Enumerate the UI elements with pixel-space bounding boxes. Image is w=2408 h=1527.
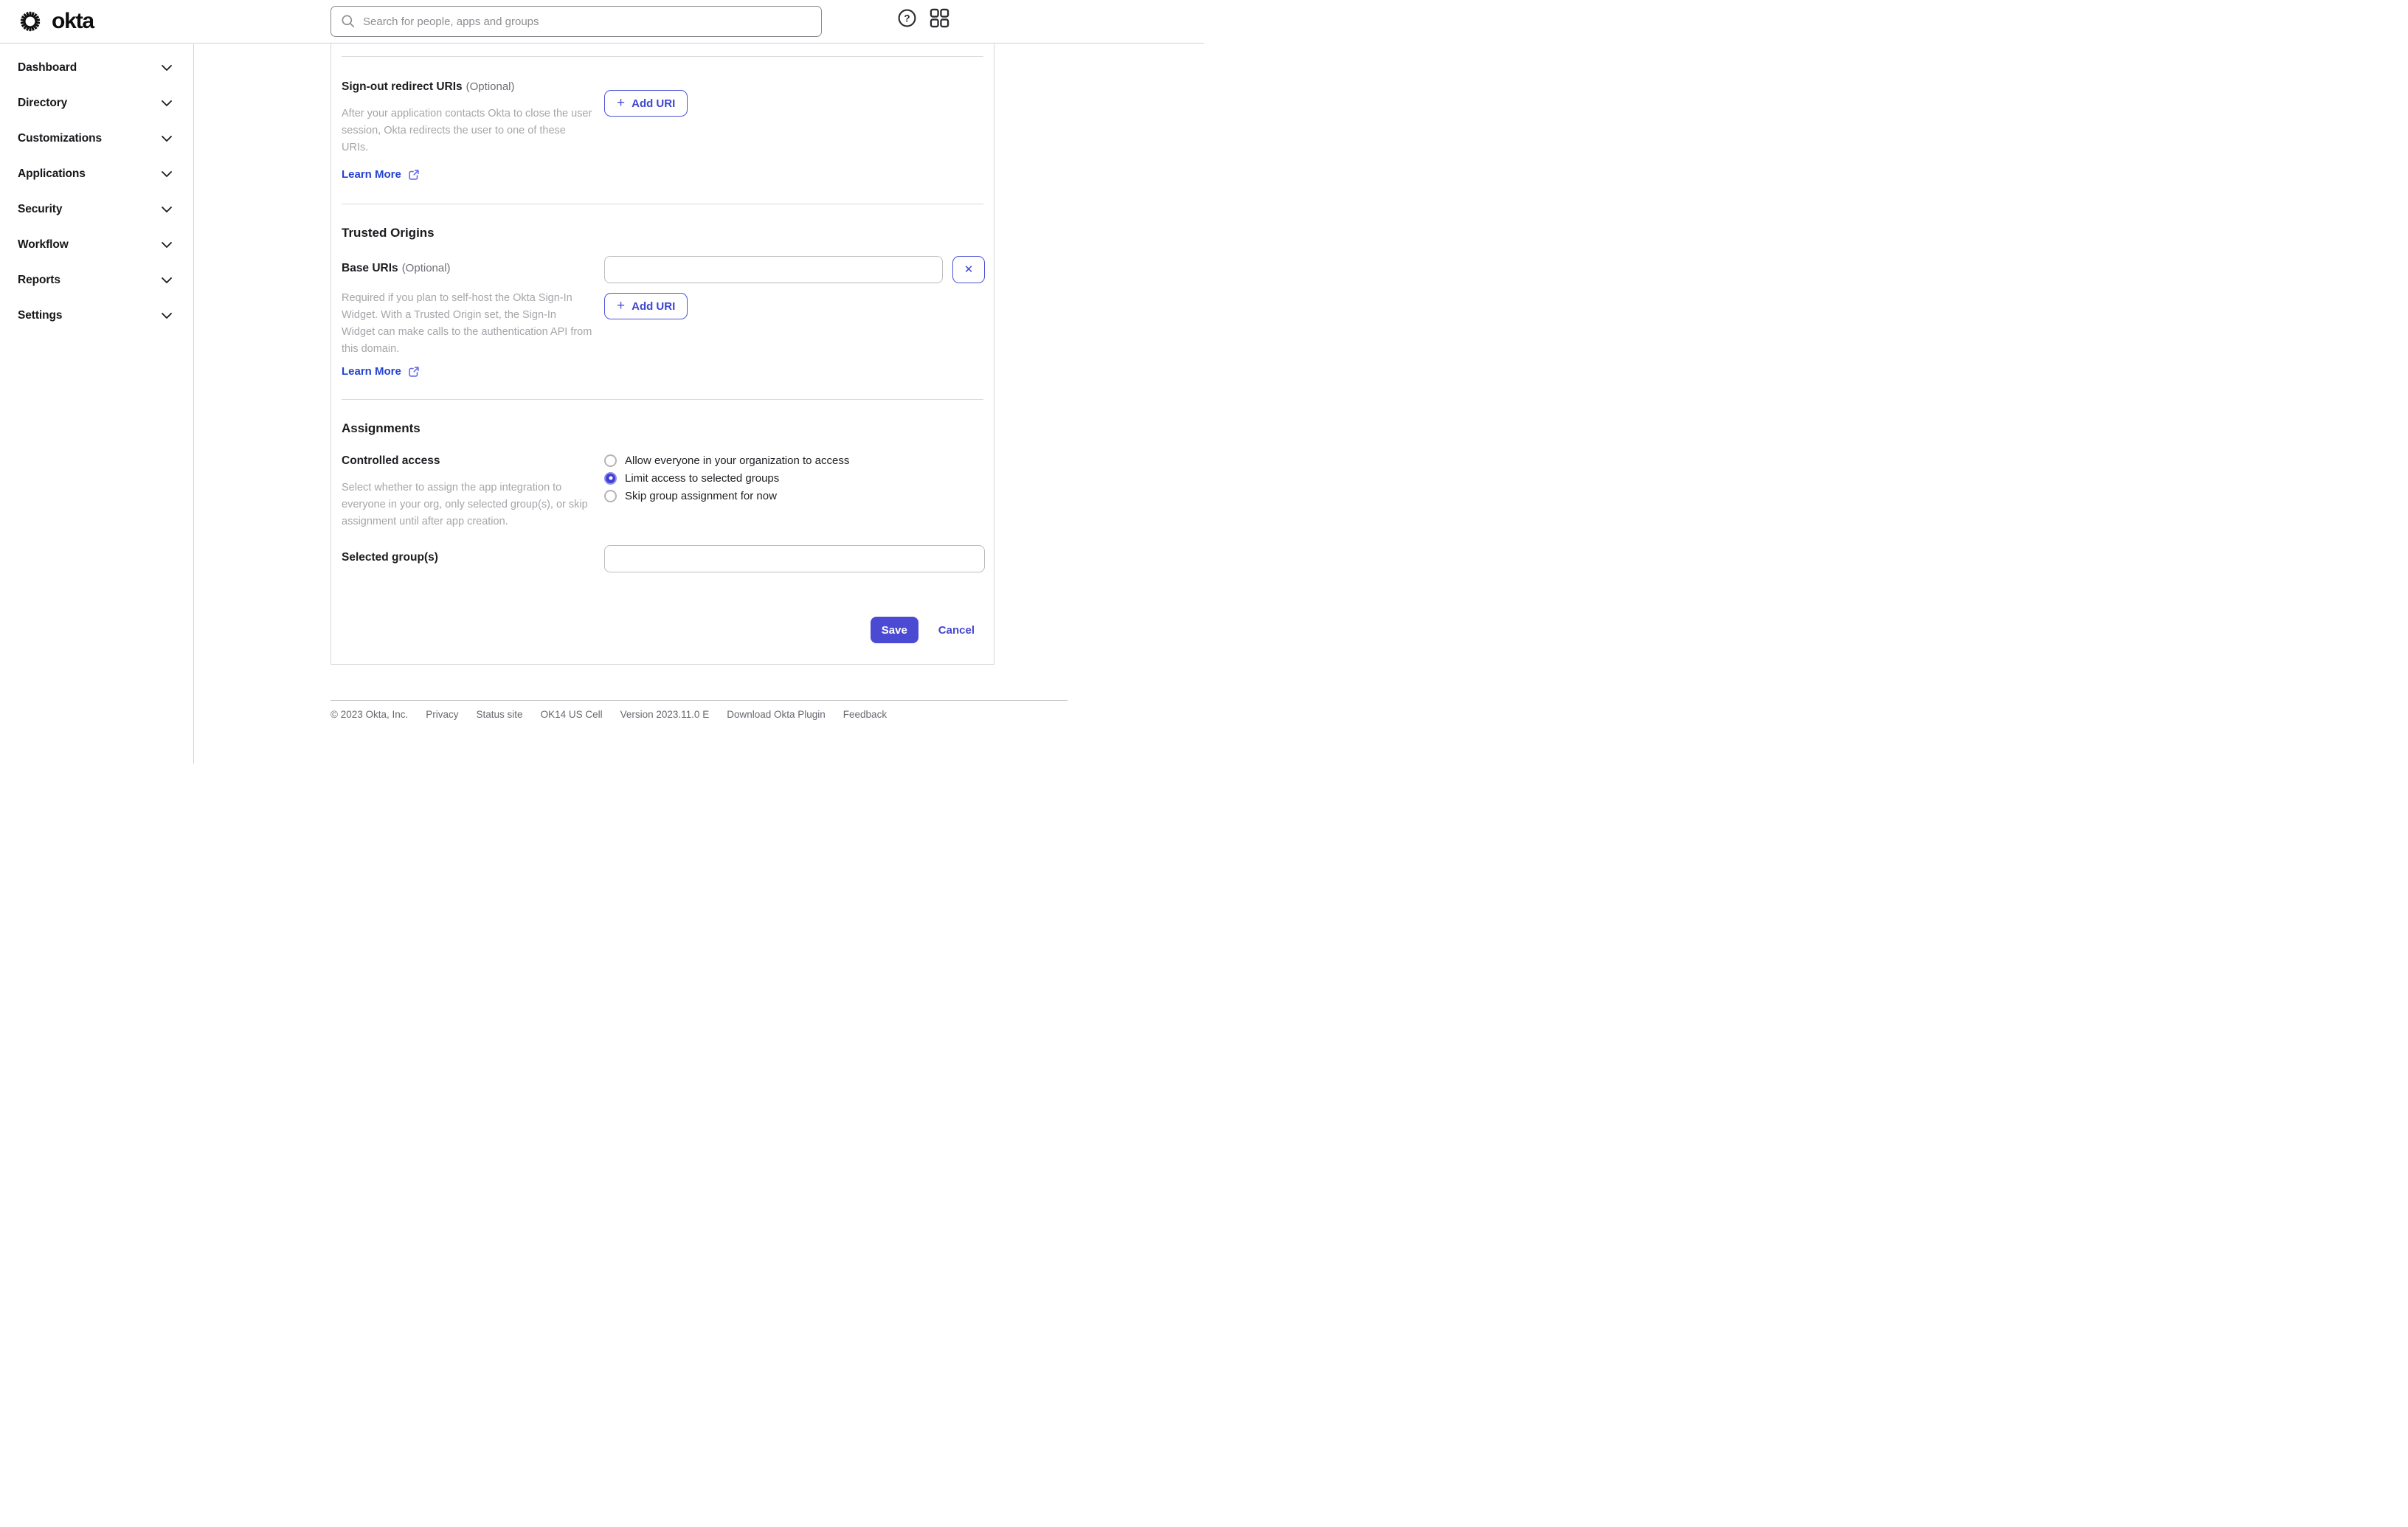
chevron-down-icon [162, 100, 172, 106]
page-footer: © 2023 Okta, Inc. Privacy Status site OK… [331, 700, 1068, 720]
external-link-icon [409, 169, 419, 180]
signout-learn-more-link[interactable]: Learn More [342, 168, 420, 181]
cell-label: OK14 US Cell [540, 709, 603, 720]
privacy-link[interactable]: Privacy [426, 709, 458, 720]
trusted-add-uri-button[interactable]: + Add URI [604, 293, 688, 319]
app-settings-card: Sign-out redirect URIs (Optional) After y… [331, 44, 994, 665]
close-icon: ✕ [963, 263, 974, 276]
help-button[interactable]: ? [896, 7, 918, 29]
sidebar-item-workflow[interactable]: Workflow [0, 227, 193, 263]
controlled-access-radio-group: Allow everyone in your organization to a… [604, 451, 983, 530]
trusted-origins-section: Trusted Origins Base URIs (Optional) Requ… [342, 204, 985, 399]
sidebar-item-label: Dashboard [18, 61, 77, 74]
signout-uris-label: Sign-out redirect URIs (Optional) [342, 80, 515, 93]
left-nav: Dashboard Directory Customizations Appli… [0, 44, 194, 764]
radio-icon [604, 489, 617, 502]
copyright-text: © 2023 Okta, Inc. [331, 709, 409, 720]
help-circle-icon: ? [898, 9, 916, 27]
apps-grid-icon [930, 8, 949, 27]
radio-option-skip-assignment[interactable]: Skip group assignment for now [604, 487, 983, 505]
chevron-down-icon [162, 277, 172, 283]
sidebar-item-security[interactable]: Security [0, 192, 193, 227]
radio-option-limit-groups[interactable]: Limit access to selected groups [604, 469, 983, 487]
radio-icon [604, 471, 617, 485]
base-uri-input[interactable] [604, 256, 943, 283]
sidebar-item-dashboard[interactable]: Dashboard [0, 50, 193, 86]
external-link-icon [409, 366, 419, 377]
okta-burst-icon [20, 11, 41, 32]
plus-icon: + [617, 94, 626, 111]
save-button[interactable]: Save [870, 617, 918, 643]
sidebar-item-label: Workflow [18, 238, 69, 251]
search-icon [342, 15, 355, 28]
trusted-learn-more-link[interactable]: Learn More [342, 365, 420, 378]
chevron-down-icon [162, 136, 172, 142]
controlled-access-label: Controlled access [342, 454, 440, 467]
optional-tag: (Optional) [401, 262, 451, 274]
plus-icon: + [617, 297, 626, 314]
radio-option-allow-everyone[interactable]: Allow everyone in your organization to a… [604, 451, 983, 469]
sidebar-item-label: Customizations [18, 132, 102, 145]
sidebar-item-customizations[interactable]: Customizations [0, 121, 193, 156]
sidebar-item-reports[interactable]: Reports [0, 263, 193, 298]
feedback-link[interactable]: Feedback [843, 709, 887, 720]
base-uris-description: Required if you plan to self-host the Ok… [342, 292, 592, 355]
cancel-button[interactable]: Cancel [938, 624, 975, 637]
sidebar-item-label: Security [18, 203, 63, 215]
chevron-down-icon [162, 313, 172, 319]
footer-divider [331, 700, 1068, 701]
okta-logo[interactable]: okta [18, 10, 94, 33]
radio-icon [604, 454, 617, 467]
status-site-link[interactable]: Status site [477, 709, 523, 720]
sidebar-item-directory[interactable]: Directory [0, 86, 193, 121]
chevron-down-icon [162, 171, 172, 177]
optional-tag: (Optional) [466, 80, 515, 93]
chevron-down-icon [162, 242, 172, 248]
download-plugin-link[interactable]: Download Okta Plugin [727, 709, 826, 720]
trusted-origins-heading: Trusted Origins [342, 226, 435, 240]
signout-redirect-section: Sign-out redirect URIs (Optional) After y… [342, 57, 983, 204]
sidebar-item-label: Directory [18, 97, 68, 109]
assignments-heading: Assignments [342, 421, 421, 435]
remove-uri-button[interactable]: ✕ [952, 256, 985, 283]
top-header: okta ? [0, 0, 1204, 44]
okta-admin-page: { "header": { "logo_text": "okta", "sear… [0, 0, 1204, 764]
sidebar-item-label: Settings [18, 309, 63, 322]
chevron-down-icon [162, 65, 172, 71]
apps-grid-button[interactable] [928, 7, 950, 29]
signout-uris-description: After your application contacts Okta to … [342, 108, 592, 153]
assignments-section: Assignments Controlled access Select whe… [342, 400, 985, 664]
base-uris-label: Base URIs (Optional) [342, 262, 451, 274]
signout-add-uri-button[interactable]: + Add URI [604, 90, 688, 117]
search-input[interactable] [363, 15, 812, 28]
chevron-down-icon [162, 207, 172, 212]
svg-text:?: ? [904, 13, 910, 24]
global-search[interactable] [331, 6, 822, 37]
sidebar-item-applications[interactable]: Applications [0, 156, 193, 192]
sidebar-item-settings[interactable]: Settings [0, 298, 193, 333]
selected-groups-label: Selected group(s) [342, 551, 438, 564]
sidebar-item-label: Reports [18, 274, 60, 286]
sidebar-item-label: Applications [18, 167, 86, 180]
selected-groups-input[interactable] [604, 545, 985, 572]
okta-wordmark: okta [52, 9, 94, 33]
controlled-access-description: Select whether to assign the app integra… [342, 482, 588, 527]
version-label: Version 2023.11.0 E [620, 709, 710, 720]
